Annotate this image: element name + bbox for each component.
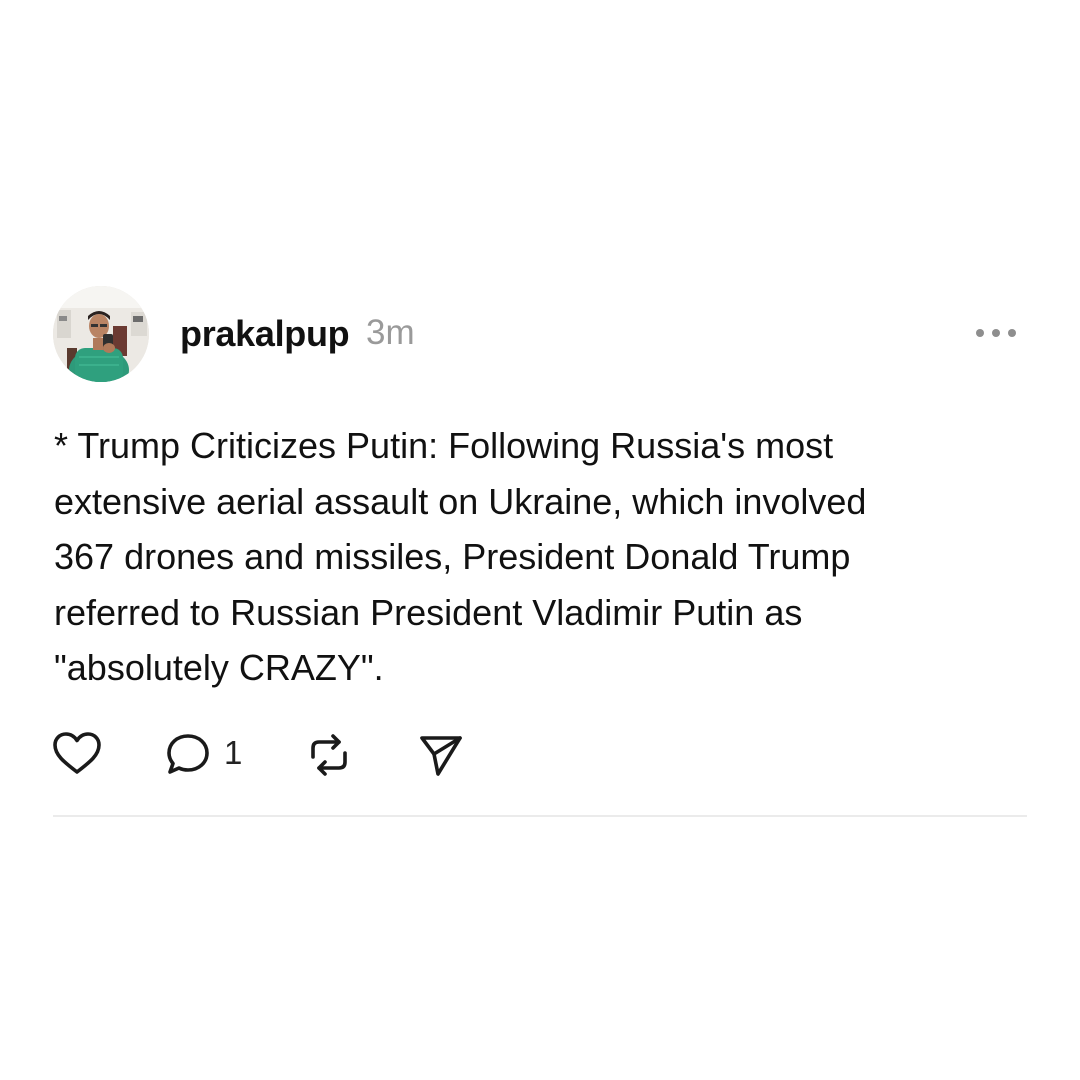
profile-photo bbox=[53, 286, 149, 382]
post-body-text: * Trump Criticizes Putin: Following Russ… bbox=[54, 425, 867, 688]
username[interactable]: prakalpup bbox=[180, 313, 350, 355]
reply-count: 1 bbox=[224, 734, 243, 771]
more-horizontal-icon bbox=[976, 329, 1016, 337]
more-options-button[interactable] bbox=[966, 318, 1026, 348]
timestamp: 3m bbox=[366, 313, 415, 352]
post-divider bbox=[53, 815, 1027, 817]
repost-button[interactable] bbox=[304, 730, 354, 780]
share-button[interactable] bbox=[416, 730, 466, 780]
like-button[interactable] bbox=[52, 730, 102, 780]
heart-icon bbox=[53, 732, 101, 774]
repost-icon bbox=[311, 734, 347, 776]
thread-post: prakalpup 3m * Trump Criticizes Putin: F… bbox=[0, 0, 1080, 1080]
send-icon bbox=[420, 736, 462, 776]
speech-bubble-icon bbox=[167, 734, 209, 774]
avatar[interactable] bbox=[53, 286, 149, 382]
